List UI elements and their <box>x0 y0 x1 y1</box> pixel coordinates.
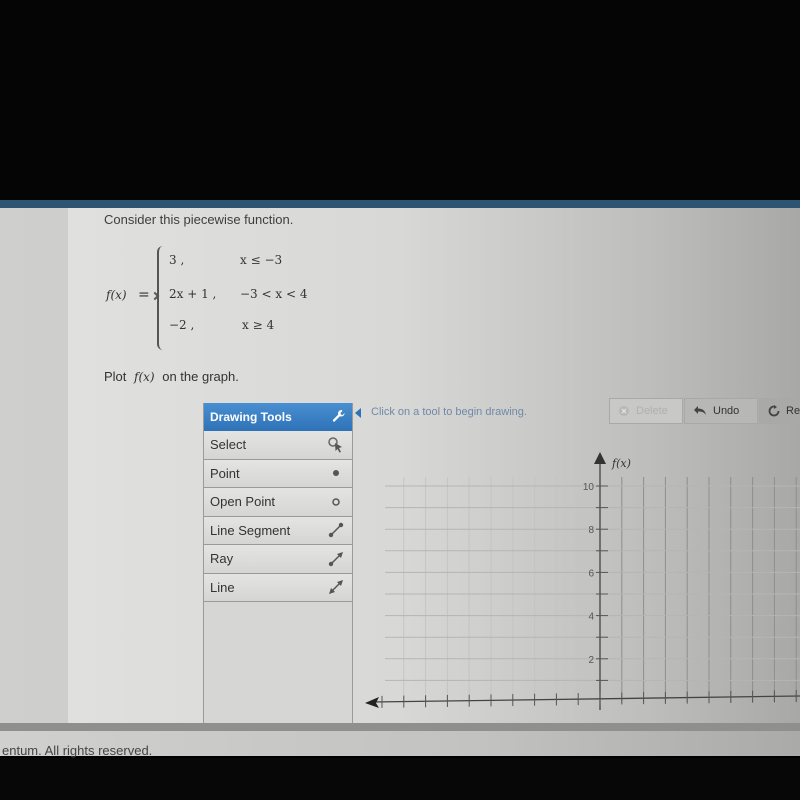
ray-icon <box>326 550 346 568</box>
tool-label: Select <box>210 437 247 453</box>
filled-point-icon <box>326 464 346 482</box>
line-segment-icon <box>326 521 346 539</box>
piece-3-expression: −2 , <box>169 318 195 332</box>
piece-2-expression: 2x + 1 , <box>169 287 217 301</box>
delete-icon <box>619 406 629 416</box>
drawing-tools-header[interactable]: Drawing Tools <box>204 403 352 431</box>
equals-sign: = <box>138 287 150 303</box>
y-tick-label: 10 <box>583 482 595 493</box>
tool-label: Point <box>210 465 240 481</box>
y-tick-label: 8 <box>588 525 594 536</box>
axis-ticks <box>381 485 797 708</box>
screen-bezel-top <box>0 0 800 200</box>
question-intro: Consider this piecewise function. <box>104 212 294 227</box>
tool-line-segment[interactable]: Line Segment <box>204 516 352 545</box>
instruction-function: f(x) <box>134 370 155 384</box>
undo-icon <box>694 406 706 415</box>
tool-open-point[interactable]: Open Point <box>204 488 352 517</box>
screen-bezel-bottom <box>0 758 800 800</box>
wrench-icon[interactable] <box>332 409 346 426</box>
y-tick-labels: 10 8 6 4 2 <box>583 482 595 666</box>
instruction-prefix: Plot <box>104 369 127 384</box>
x-axis <box>372 695 800 703</box>
tool-label: Open Point <box>210 494 276 510</box>
delete-button[interactable]: Delete <box>609 398 683 424</box>
y-tick-label: 6 <box>588 568 594 579</box>
copyright-text: entum. All rights reserved. <box>2 743 153 758</box>
open-point-icon <box>326 493 346 511</box>
tool-label: Line <box>210 579 235 595</box>
graph-canvas[interactable]: 10 8 6 4 2 f(x) <box>355 430 800 720</box>
tool-label: Ray <box>210 551 234 567</box>
y-axis-label: f(x) <box>611 457 631 470</box>
y-axis-arrow-icon <box>594 452 606 464</box>
y-tick-label: 2 <box>588 655 594 666</box>
function-name: f(x) <box>106 288 127 302</box>
undo-label: Undo <box>713 405 740 417</box>
drawing-tools-panel: Drawing Tools Select Point Open Point Li… <box>203 403 353 723</box>
tool-label: Line Segment <box>210 522 291 538</box>
page-bottom-border <box>0 723 800 731</box>
y-tick-label: 4 <box>588 612 594 623</box>
graph-toolbar: Click on a tool to begin drawing. Delete… <box>355 398 800 428</box>
reset-label: Re <box>786 405 800 417</box>
tool-point[interactable]: Point <box>204 459 352 488</box>
collapse-panel-arrow-icon[interactable] <box>355 408 361 418</box>
piece-1-expression: 3 , <box>169 253 185 267</box>
coordinate-graph[interactable]: 10 8 6 4 2 f(x) <box>355 430 800 720</box>
reset-icon <box>768 405 780 417</box>
line-icon <box>326 578 346 596</box>
toolbar-hint: Click on a tool to begin drawing. <box>371 406 527 418</box>
select-cursor-icon <box>326 436 346 454</box>
tool-line[interactable]: Line <box>204 573 352 602</box>
reset-button[interactable]: Re <box>759 398 800 424</box>
piece-3-condition: x ≥ 4 <box>242 318 275 332</box>
instruction-suffix: on the graph. <box>162 369 239 384</box>
tool-ray[interactable]: Ray <box>204 545 352 574</box>
undo-button[interactable]: Undo <box>684 398 758 424</box>
piecewise-brace <box>157 246 167 350</box>
piece-1-condition: x ≤ −3 <box>240 253 283 267</box>
piece-2-condition: −3 < x < 4 <box>240 287 308 301</box>
delete-label: Delete <box>636 405 668 417</box>
drawing-tools-title: Drawing Tools <box>210 410 292 424</box>
header-bar <box>0 200 800 208</box>
grid-lines <box>385 477 800 702</box>
plot-instruction: Plot f(x) on the graph. <box>104 369 239 384</box>
tool-select[interactable]: Select <box>204 431 352 460</box>
